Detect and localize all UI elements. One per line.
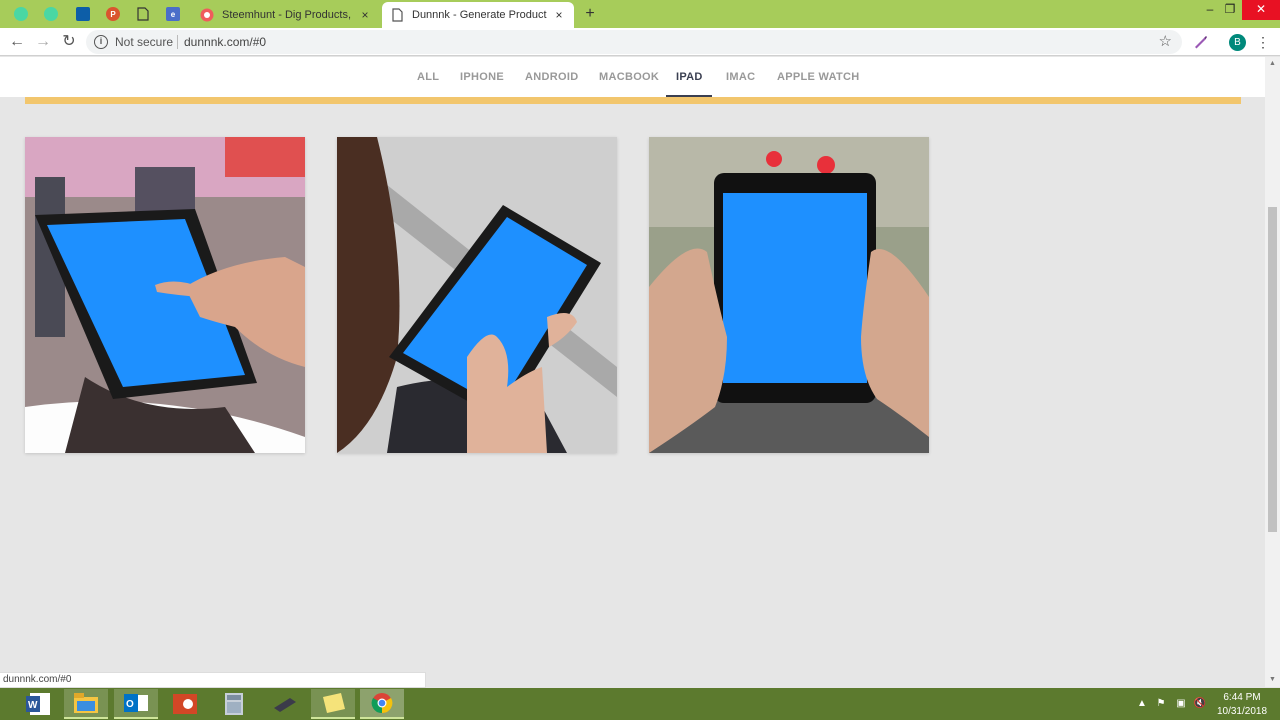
security-label: Not secure xyxy=(115,35,174,49)
pinned-tab-producthunt[interactable]: P xyxy=(102,4,124,24)
calculator-icon xyxy=(225,693,243,715)
close-window-button[interactable]: ✕ xyxy=(1242,0,1280,20)
sticky-notes-icon xyxy=(323,693,345,713)
accent-band xyxy=(25,97,1241,104)
tab-title: Dunnnk - Generate Product Moc xyxy=(412,9,548,21)
outlook-icon: O xyxy=(124,694,148,712)
category-filter-bar: ALL IPHONE ANDROID MACBOOK IPAD IMAC APP… xyxy=(0,57,1265,97)
docs-icon: e xyxy=(166,7,180,21)
page-content: ALL IPHONE ANDROID MACBOOK IPAD IMAC APP… xyxy=(0,57,1265,687)
file-explorer-icon xyxy=(74,693,98,713)
producthunt-icon: P xyxy=(106,7,120,21)
tab-close-icon[interactable]: × xyxy=(552,8,566,22)
ipad-mockup-icon xyxy=(337,137,617,453)
new-tab-button[interactable]: + xyxy=(580,4,600,24)
taskbar-word[interactable]: W xyxy=(16,689,60,719)
filter-all[interactable]: ALL xyxy=(417,57,439,97)
word-icon: W xyxy=(26,693,50,715)
taskbar-outlook[interactable]: O xyxy=(114,689,158,719)
page-icon xyxy=(392,8,403,22)
filter-macbook[interactable]: MACBOOK xyxy=(599,57,659,97)
powerpoint-icon xyxy=(173,694,197,714)
mockup-card[interactable] xyxy=(337,137,617,453)
pinned-tab-steemit[interactable] xyxy=(10,4,32,24)
tray-expand-icon[interactable]: ▲ xyxy=(1134,696,1150,712)
tab-dunnnk[interactable]: Dunnnk - Generate Product Moc × xyxy=(382,2,574,28)
volume-muted-icon[interactable]: 🔇 xyxy=(1192,696,1208,712)
filter-ipad[interactable]: IPAD xyxy=(676,57,703,97)
browser-toolbar: ← → ↻ i Not secure dunnnk.com/#0 ☆ xyxy=(0,28,1280,56)
tab-title: Steemhunt - Dig Products, Earn xyxy=(222,9,354,21)
forward-button[interactable]: → xyxy=(33,32,53,52)
page-icon xyxy=(137,7,149,21)
windows-taskbar: W O ▲ ⚑ ▣ 🔇 xyxy=(0,688,1280,720)
ipad-mockup-icon xyxy=(25,137,305,453)
network-icon[interactable]: ▣ xyxy=(1173,696,1189,712)
taskbar-calculator[interactable] xyxy=(212,689,256,719)
mockup-card[interactable] xyxy=(25,137,305,453)
clock-date[interactable]: 10/31/2018 xyxy=(1214,706,1270,717)
link-status-bubble: dunnnk.com/#0 xyxy=(0,672,426,688)
svg-text:O: O xyxy=(126,699,134,710)
reload-button[interactable]: ↻ xyxy=(59,32,79,52)
profile-avatar[interactable]: B xyxy=(1229,34,1246,51)
restore-button[interactable]: ❐ xyxy=(1216,0,1244,20)
scroll-thumb[interactable] xyxy=(1268,207,1277,532)
svg-text:W: W xyxy=(28,700,38,711)
taskbar-sticky-notes[interactable] xyxy=(311,689,355,719)
bookmark-star-icon[interactable]: ☆ xyxy=(1159,32,1172,50)
taskbar-file-explorer[interactable] xyxy=(64,689,108,719)
taskbar-vscode[interactable] xyxy=(262,689,306,719)
pinned-tab-google-docs[interactable]: e xyxy=(162,4,184,24)
page-scrollbar[interactable]: ▲ ▼ xyxy=(1265,57,1280,687)
mockup-card[interactable] xyxy=(649,137,929,453)
scroll-up-arrow-icon[interactable]: ▲ xyxy=(1265,57,1280,71)
trello-icon xyxy=(76,7,90,21)
pinned-tab-steemit-2[interactable] xyxy=(40,4,62,24)
chrome-icon xyxy=(371,693,393,714)
ipad-mockup-icon xyxy=(649,137,929,453)
taskbar-chrome[interactable] xyxy=(360,689,404,719)
pen-extension-icon[interactable] xyxy=(1190,32,1210,52)
network-warning-icon[interactable]: ⚑ xyxy=(1153,696,1169,712)
clock-time[interactable]: 6:44 PM xyxy=(1214,692,1270,703)
scroll-down-arrow-icon[interactable]: ▼ xyxy=(1265,673,1280,687)
pinned-tab-blank-page[interactable] xyxy=(132,4,154,24)
filter-android[interactable]: ANDROID xyxy=(525,57,578,97)
back-button[interactable]: ← xyxy=(7,32,27,52)
divider xyxy=(177,35,178,49)
info-icon[interactable]: i xyxy=(94,35,108,49)
browser-tab-strip: P e Steemhunt - Dig Products, Earn × Dun… xyxy=(0,0,1280,28)
filter-apple-watch[interactable]: APPLE WATCH xyxy=(777,57,860,97)
tab-steemhunt[interactable]: Steemhunt - Dig Products, Earn × xyxy=(192,2,380,28)
steemit-icon xyxy=(14,7,28,21)
steemhunt-icon xyxy=(200,8,214,22)
chrome-menu-icon[interactable]: ⋮ xyxy=(1256,32,1270,52)
steemit-icon xyxy=(44,7,58,21)
address-bar[interactable]: i Not secure dunnnk.com/#0 ☆ xyxy=(86,30,1182,54)
filter-iphone[interactable]: IPHONE xyxy=(460,57,504,97)
filter-imac[interactable]: IMAC xyxy=(726,57,755,97)
vscode-icon xyxy=(274,698,296,712)
tab-close-icon[interactable]: × xyxy=(358,8,372,22)
pinned-tab-trello[interactable] xyxy=(72,4,94,24)
url-text[interactable]: dunnnk.com/#0 xyxy=(184,35,266,49)
taskbar-powerpoint[interactable] xyxy=(163,689,207,719)
